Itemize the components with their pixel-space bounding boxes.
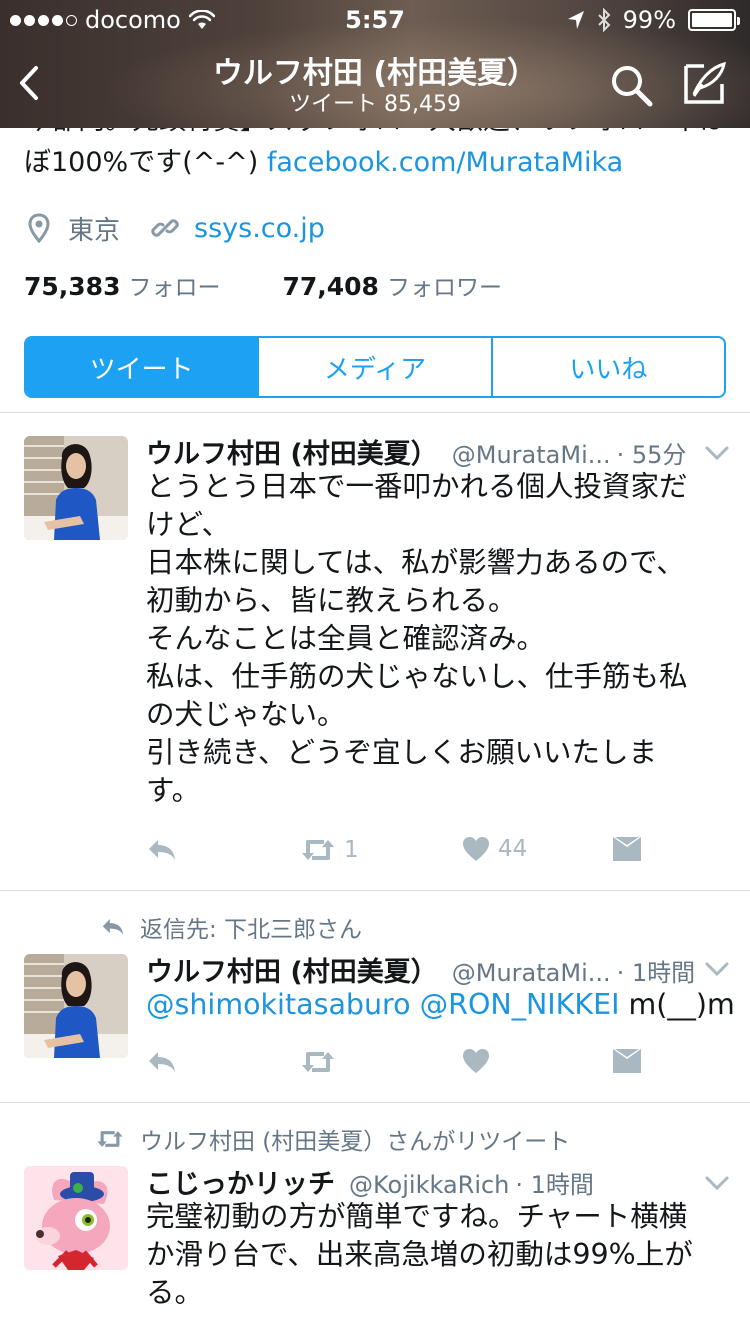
nav-bar: ウルフ村田 (村田美夏） ツイート 85,459 bbox=[0, 40, 750, 128]
tweet-time: · 1時間 bbox=[515, 1171, 594, 1198]
following-count[interactable]: 75,383 bbox=[24, 272, 120, 301]
chevron-down-icon[interactable] bbox=[704, 1174, 730, 1192]
profile-bio: 今都内。先頭特賞】ズッフォロー大歓迎、リフォロー率ほ ぼ100%です(^-^) … bbox=[24, 128, 734, 188]
reply-context: 返信先: 下北三郎さん bbox=[100, 910, 362, 944]
retweet-button[interactable]: 1 bbox=[300, 836, 359, 864]
retweet-icon bbox=[302, 1052, 334, 1072]
tweet-text: 完璧初動の方が簡単ですね。チャート横横 か滑り台で、出来高急増の初動は99%上が… bbox=[146, 1198, 726, 1312]
like-count: 44 bbox=[498, 836, 528, 862]
tweet-header: こじっかリッチ @KojikkaRich · 1時間 bbox=[146, 1162, 706, 1198]
bio-text: ぼ100%です(^-^) bbox=[24, 147, 267, 178]
tweet-time: · 55分 bbox=[616, 441, 687, 468]
battery-percent: 99% bbox=[622, 6, 676, 34]
bio-link[interactable]: facebook.com/MurataMika bbox=[267, 147, 623, 178]
author-name[interactable]: ウルフ村田 (村田美夏） bbox=[146, 950, 438, 986]
avatar[interactable] bbox=[24, 1166, 128, 1270]
tweet-time: · 1時間 bbox=[616, 959, 696, 986]
avatar[interactable] bbox=[24, 436, 128, 540]
tweet-text-line: 引き続き、どうぞ宜しくお願いいたしま bbox=[146, 736, 658, 769]
battery-icon bbox=[688, 9, 740, 31]
retweet-count: 1 bbox=[344, 837, 359, 863]
reply-icon bbox=[149, 840, 175, 860]
bluetooth-icon bbox=[597, 8, 611, 32]
bio-line: ぼ100%です(^-^) facebook.com/MurataMika bbox=[24, 144, 623, 182]
tweet-item[interactable]: 返信先: 下北三郎さん ウルフ村田 (村田美夏） @MurataMi... · … bbox=[0, 890, 750, 1102]
tweet-actions bbox=[146, 1048, 706, 1082]
followers-label[interactable]: フォロワー bbox=[387, 268, 502, 302]
reply-context-text[interactable]: 返信先: 下北三郎さん bbox=[140, 910, 362, 944]
author-name[interactable]: ウルフ村田 (村田美夏） bbox=[146, 432, 438, 468]
bio-cut-line: 今都内。先頭特賞】ズッフォロー大歓迎、リフォロー率ほ bbox=[24, 128, 726, 140]
tweet-text: @shimokitasaburo @RON_NIKKEI m(__)m bbox=[146, 986, 735, 1024]
location-arrow-icon bbox=[567, 11, 584, 29]
avatar[interactable] bbox=[24, 954, 128, 1058]
tweet-actions: 1 44 bbox=[146, 836, 706, 870]
compose-icon[interactable] bbox=[680, 58, 730, 108]
chevron-down-icon[interactable] bbox=[704, 960, 730, 978]
retweet-icon bbox=[97, 1131, 123, 1147]
tweet-text-line: の犬じゃない。 bbox=[146, 698, 346, 731]
author-handle[interactable]: @MurataMi... bbox=[452, 441, 611, 468]
mention-link[interactable]: @RON_NIKKEI bbox=[420, 988, 620, 1021]
reply-button[interactable] bbox=[146, 1048, 178, 1076]
retweet-button[interactable] bbox=[300, 1048, 336, 1076]
heart-icon bbox=[463, 837, 489, 861]
tweet-text-line: か滑り台で、出来高急増の初動は99%上が bbox=[146, 1238, 693, 1271]
tweet-text-line: とうとう日本で一番叩かれる個人投資家だ bbox=[146, 470, 688, 503]
author-handle[interactable]: @KojikkaRich bbox=[349, 1171, 509, 1198]
tab-likes[interactable]: いいね bbox=[490, 338, 724, 396]
direct-message-button[interactable] bbox=[612, 1048, 642, 1074]
tweet-text-line: 私は、仕手筋の犬じゃないし、仕手筋も私 bbox=[146, 660, 688, 693]
tweet-header: ウルフ村田 (村田美夏） @MurataMi... · 55分 bbox=[146, 432, 706, 468]
like-button[interactable]: 44 bbox=[462, 836, 527, 862]
tweet-header: ウルフ村田 (村田美夏） @MurataMi... · 1時間 bbox=[146, 950, 706, 986]
retweet-context: ウルフ村田 (村田美夏）さんがリツイート bbox=[94, 1122, 570, 1156]
chevron-down-icon[interactable] bbox=[704, 444, 730, 462]
tweet-text-line: 日本株に関しては、私が影響力あるので、 bbox=[146, 546, 685, 579]
heart-icon bbox=[463, 1049, 489, 1073]
author-handle[interactable]: @MurataMi... bbox=[452, 959, 611, 986]
direct-message-icon bbox=[613, 1049, 641, 1073]
direct-message-icon bbox=[613, 837, 641, 861]
tweet-text-line: る。 bbox=[146, 1276, 204, 1309]
tweet-text-line: けど、 bbox=[146, 508, 231, 541]
tweet-text-line: す。 bbox=[146, 774, 201, 807]
battery-fill bbox=[692, 13, 732, 27]
author-name[interactable]: こじっかリッチ bbox=[146, 1162, 335, 1198]
location-text: 東京 bbox=[68, 215, 121, 246]
tweet-text: とうとう日本で一番叩かれる個人投資家だ けど、 日本株に関しては、私が影響力ある… bbox=[146, 468, 726, 810]
tweet-item[interactable]: ウルフ村田 (村田美夏）さんがリツイート こじっかリッチ @KojikkaRic… bbox=[0, 1102, 750, 1334]
link-icon bbox=[151, 219, 179, 237]
tweet-text-line: そんなことは全員と確認済み。 bbox=[146, 622, 546, 655]
website-link[interactable]: ssys.co.jp bbox=[194, 213, 325, 244]
search-icon[interactable] bbox=[606, 60, 656, 110]
following-label[interactable]: フォロー bbox=[128, 268, 220, 302]
follow-counts: 75,383 フォロー 77,408 フォロワー bbox=[24, 268, 502, 302]
reply-icon bbox=[149, 1052, 175, 1072]
tweet-text-tail: m(__)m bbox=[628, 988, 735, 1021]
direct-message-button[interactable] bbox=[612, 836, 642, 862]
tweet-text-line: 初動から、皆に教えられる。 bbox=[146, 584, 517, 617]
reply-button[interactable] bbox=[146, 836, 178, 864]
tab-tweets[interactable]: ツイート bbox=[26, 338, 258, 396]
retweet-context-text[interactable]: ウルフ村田 (村田美夏）さんがリツイート bbox=[140, 1122, 570, 1156]
mention-link[interactable]: @shimokitasaburo bbox=[146, 988, 411, 1021]
profile-tabs: ツイート メディア いいね bbox=[24, 336, 726, 398]
tweet-text-line: 完璧初動の方が簡単ですね。チャート横横 bbox=[146, 1200, 688, 1233]
followers-count[interactable]: 77,408 bbox=[282, 272, 378, 301]
tweet-item[interactable]: ウルフ村田 (村田美夏） @MurataMi... · 55分 とうとう日本で一… bbox=[0, 412, 750, 890]
location-pin-icon bbox=[28, 213, 50, 243]
tweet-text-line: @shimokitasaburo @RON_NIKKEI m(__)m bbox=[146, 986, 735, 1024]
status-bar: docomo 5:57 99% bbox=[0, 0, 750, 40]
like-button[interactable] bbox=[462, 1048, 490, 1074]
profile-meta: 東京 ssys.co.jp bbox=[28, 208, 325, 248]
retweet-icon bbox=[302, 840, 334, 860]
tab-media[interactable]: メディア bbox=[257, 338, 490, 396]
reply-icon bbox=[102, 919, 124, 935]
status-right: 99% bbox=[567, 6, 740, 34]
profile-header: docomo 5:57 99% ウルフ村田 (村田美夏） ツイート 85,459 bbox=[0, 0, 750, 128]
